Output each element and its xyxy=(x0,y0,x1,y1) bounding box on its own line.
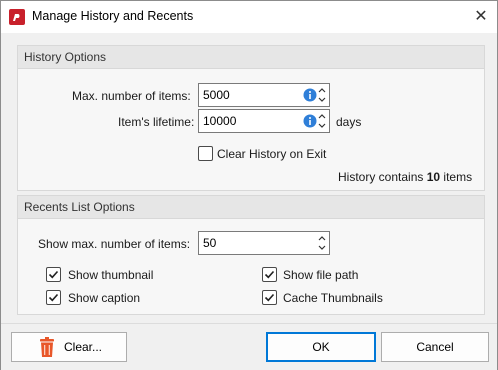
spin-arrows-icon[interactable] xyxy=(315,84,329,106)
cache-thumbnails-label[interactable]: Cache Thumbnails xyxy=(283,291,383,305)
max-items-spinbox[interactable]: 5000 xyxy=(198,83,330,107)
show-caption-label[interactable]: Show caption xyxy=(68,291,140,305)
history-count-value: 10 xyxy=(426,170,441,184)
title-bar: Manage History and Recents ✕ xyxy=(1,1,497,33)
cancel-button-label: Cancel xyxy=(416,340,454,354)
history-options-title: History Options xyxy=(24,50,107,64)
lifetime-spinbox[interactable]: 10000 xyxy=(198,109,330,133)
recents-options-header: Recents List Options xyxy=(18,196,484,219)
cache-thumbnails-checkbox[interactable] xyxy=(262,290,277,305)
ok-button[interactable]: OK xyxy=(266,332,376,362)
manage-history-dialog: Manage History and Recents ✕ History Opt… xyxy=(0,0,498,370)
spin-arrows-icon[interactable] xyxy=(315,232,329,254)
lifetime-label: Item's lifetime: xyxy=(118,115,195,129)
history-options-header: History Options xyxy=(18,46,484,69)
clear-history-on-exit-label[interactable]: Clear History on Exit xyxy=(217,147,326,161)
pdf-app-icon xyxy=(9,9,25,25)
clear-button[interactable]: Clear... xyxy=(11,332,127,362)
max-items-value: 5000 xyxy=(203,88,230,102)
recents-options-group: Recents List Options Show max. number of… xyxy=(17,195,485,315)
max-items-label: Max. number of items: xyxy=(72,89,191,103)
clear-button-label: Clear... xyxy=(64,340,103,354)
show-thumbnail-checkbox[interactable] xyxy=(46,267,61,282)
trash-icon xyxy=(40,337,54,357)
recents-max-items-spinbox[interactable]: 50 xyxy=(198,231,330,255)
show-file-path-checkbox[interactable] xyxy=(262,267,277,282)
cancel-button[interactable]: Cancel xyxy=(381,332,489,362)
history-count-suffix: items xyxy=(443,170,473,184)
window-title: Manage History and Recents xyxy=(32,9,194,23)
lifetime-value: 10000 xyxy=(203,114,237,128)
days-label: days xyxy=(336,115,362,129)
spin-arrows-icon[interactable] xyxy=(315,110,329,132)
show-caption-checkbox[interactable] xyxy=(46,290,61,305)
ok-button-label: OK xyxy=(312,340,330,354)
recents-max-items-value: 50 xyxy=(203,236,217,250)
show-file-path-label[interactable]: Show file path xyxy=(283,268,358,282)
recents-max-items-label: Show max. number of items: xyxy=(38,237,191,251)
history-count-prefix: History contains xyxy=(338,170,424,184)
show-thumbnail-label[interactable]: Show thumbnail xyxy=(68,268,153,282)
clear-history-on-exit-checkbox[interactable] xyxy=(198,146,213,161)
history-count-text: History contains 10 items xyxy=(338,170,472,184)
history-options-group: History Options Max. number of items: 50… xyxy=(17,45,485,191)
button-bar: Clear... OK Cancel xyxy=(1,323,497,370)
recents-options-title: Recents List Options xyxy=(24,200,135,214)
close-icon[interactable]: ✕ xyxy=(471,7,491,27)
